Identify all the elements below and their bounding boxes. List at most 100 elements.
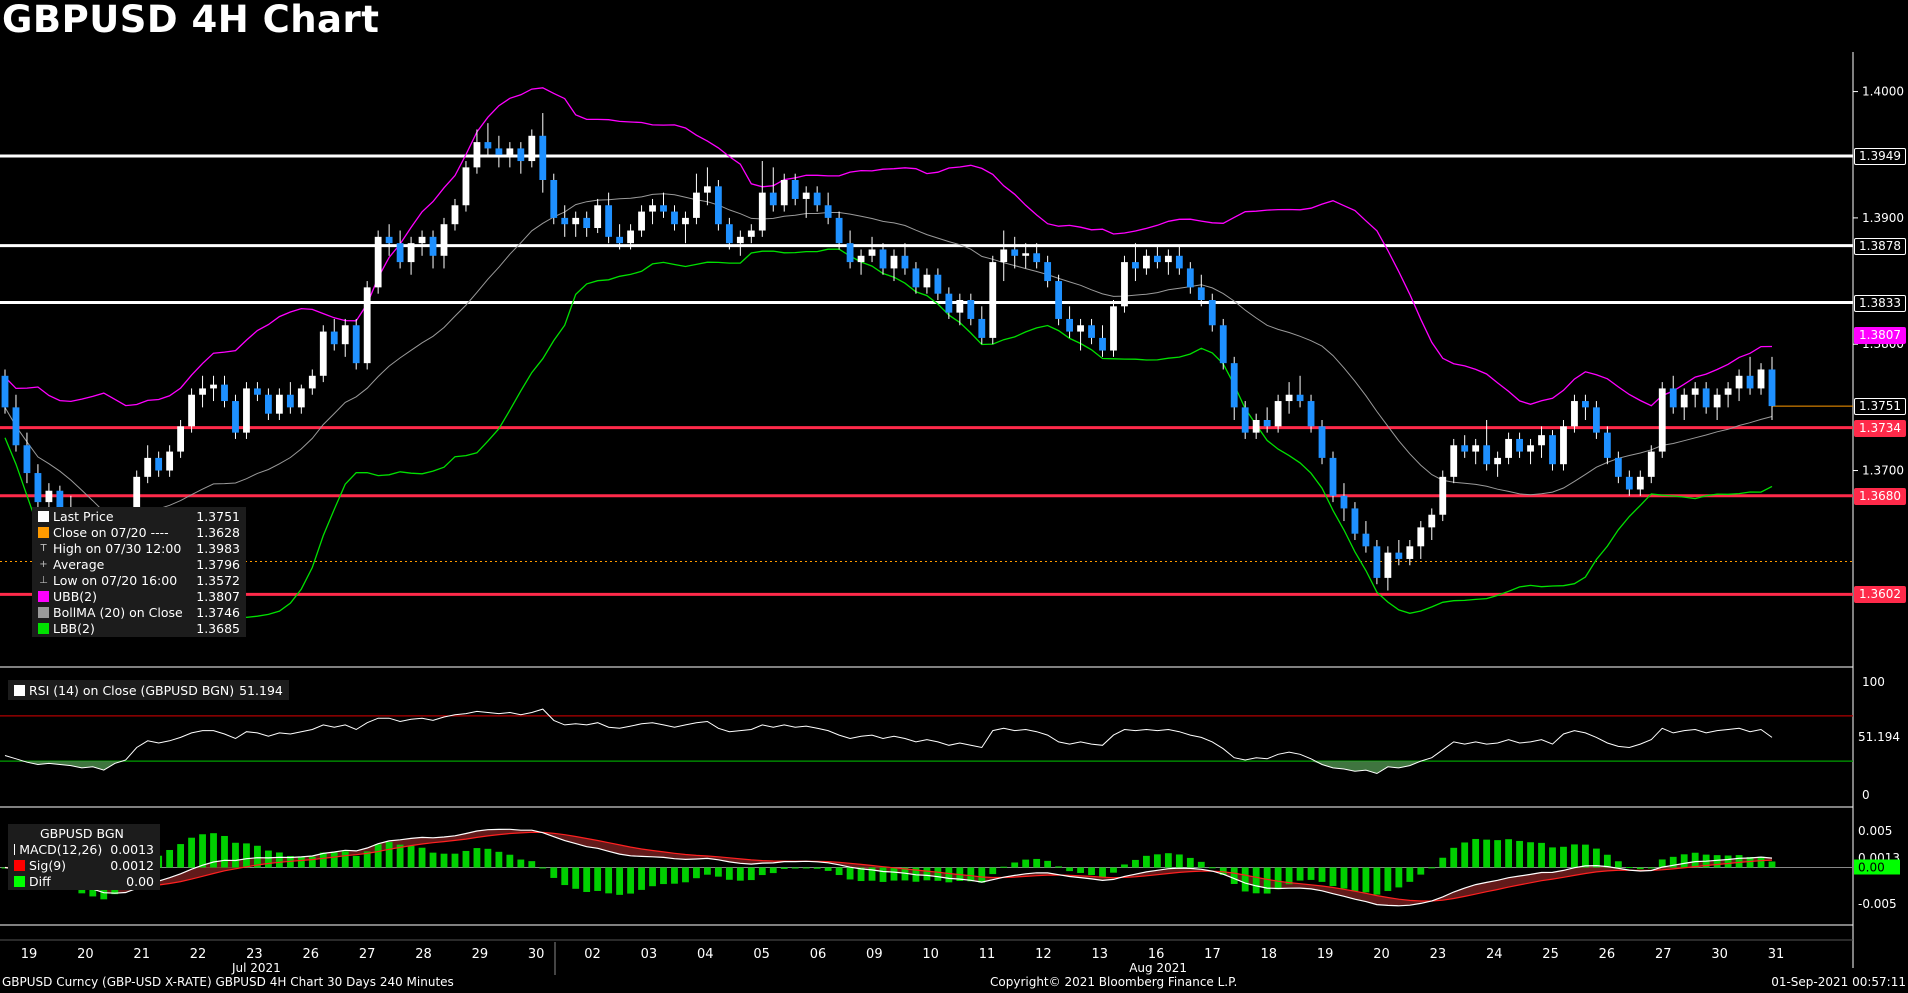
macd-diff-bar xyxy=(1000,866,1008,868)
macd-diff-bar xyxy=(835,867,843,876)
candle-body xyxy=(1186,268,1194,288)
candle xyxy=(1153,245,1161,269)
candle xyxy=(758,161,766,237)
legend-label: MACD(12,26) xyxy=(19,841,103,857)
candle-body xyxy=(1022,253,1030,256)
candle-body xyxy=(418,236,426,244)
candle xyxy=(1241,401,1249,439)
macd-diff-bar xyxy=(1099,867,1106,878)
macd-diff-bar xyxy=(1241,867,1249,892)
candle-body xyxy=(363,287,371,364)
x-month-label: Aug 2021 xyxy=(1129,961,1187,975)
candle-body xyxy=(1263,420,1271,427)
price-legend-row: T High on 07/30 12:00 1.3983 xyxy=(32,540,246,556)
candle-body xyxy=(1702,388,1710,408)
candle-body xyxy=(199,388,206,395)
candle xyxy=(1329,451,1337,503)
macd-diff-bar xyxy=(879,867,887,882)
candle-body xyxy=(1505,438,1512,458)
candle xyxy=(550,173,558,225)
chart-canvas[interactable]: 1.37001.38001.39001.4000 010051.194 0.00… xyxy=(0,0,1908,993)
macd-diff-bar xyxy=(1340,867,1348,889)
candle xyxy=(1724,382,1732,408)
candle-body xyxy=(616,236,624,244)
candle-body xyxy=(528,135,536,162)
legend-label: LBB(2) xyxy=(53,620,95,636)
macd-diff-bar xyxy=(1603,854,1611,868)
legend-label: High on 07/30 12:00 xyxy=(53,540,182,556)
rsi-legend-label: RSI (14) on Close (GBPUSD BGN) xyxy=(29,682,235,698)
candle xyxy=(1702,382,1710,414)
candle-body xyxy=(1560,426,1567,465)
price-tag: 1.3734 xyxy=(1854,419,1906,437)
macd-diff-bar xyxy=(1175,854,1183,868)
candle-body xyxy=(1603,432,1611,458)
candle xyxy=(824,192,832,225)
macd-legend-title: GBPUSD BGN xyxy=(40,825,124,841)
candle-body xyxy=(188,394,195,427)
candle-body xyxy=(583,217,591,228)
candle-body xyxy=(956,300,964,313)
candle xyxy=(396,230,404,269)
candle xyxy=(1516,432,1523,458)
macd-diff-bar xyxy=(1461,842,1469,868)
legend-value: 0.00 xyxy=(126,873,154,889)
macd-diff-bar xyxy=(671,867,678,884)
candle-body xyxy=(1636,476,1644,490)
macd-diff-bar xyxy=(934,867,942,881)
macd-diff-bar xyxy=(791,867,799,869)
candle-body xyxy=(484,142,492,149)
x-day-label: 24 xyxy=(1486,947,1503,962)
macd-diff-bar xyxy=(1088,867,1095,876)
candle xyxy=(1285,382,1293,414)
candle xyxy=(1691,382,1699,408)
candle-body xyxy=(495,148,503,155)
macd-panel: 0.005 -0.005 0.0013 0.00 xyxy=(0,824,1900,911)
candle xyxy=(671,205,678,231)
candle xyxy=(714,180,722,231)
candle-body xyxy=(605,205,613,237)
candle xyxy=(286,382,294,414)
candle-body xyxy=(440,224,448,256)
candle-body xyxy=(1428,514,1436,528)
legend-value: 1.3685 xyxy=(196,620,240,636)
macd-diff-bar xyxy=(693,867,700,879)
candle-body xyxy=(1735,375,1743,389)
macd-diff-bar xyxy=(1395,867,1403,888)
legend-label: UBB(2) xyxy=(53,588,98,604)
macd-diff-bar xyxy=(682,867,689,883)
x-day-label: 12 xyxy=(1035,947,1052,962)
macd-legend: GBPUSD BGN MACD(12,26) 0.0013 Sig(9) 0.0012… xyxy=(8,824,160,890)
candle xyxy=(144,445,152,484)
legend-value: 1.3983 xyxy=(196,540,240,556)
macd-diff-bar xyxy=(221,835,228,868)
candle xyxy=(1505,432,1512,465)
macd-diff-bar xyxy=(638,867,645,890)
candle-body xyxy=(1044,262,1052,282)
panel-frames xyxy=(0,52,1854,975)
candle-body xyxy=(1121,262,1128,307)
candle-body xyxy=(923,274,931,288)
footer-timestamp: 01-Sep-2021 00:57:11 xyxy=(1771,975,1906,989)
legend-label: Last Price xyxy=(53,508,114,524)
candle-body xyxy=(12,407,20,446)
macd-diff-bar xyxy=(1197,861,1205,868)
candle xyxy=(693,173,700,225)
candle xyxy=(769,167,777,212)
candle xyxy=(857,249,865,275)
macd-diff-bar xyxy=(177,844,185,868)
x-day-label: 23 xyxy=(1430,947,1447,962)
candle xyxy=(1296,375,1304,408)
footer-copyright: Copyright© 2021 Bloomberg Finance L.P. xyxy=(990,975,1238,989)
candle-body xyxy=(967,300,975,319)
macd-diff-bar xyxy=(517,859,525,868)
candle-body xyxy=(1,375,9,408)
candle-body xyxy=(330,331,338,345)
x-day-label: 31 xyxy=(1768,947,1785,962)
price-legend-row: BollMA (20) on Close 1.3746 xyxy=(32,604,246,620)
macd-diff-bar xyxy=(714,867,722,877)
candle xyxy=(1472,438,1480,465)
macd-diff-bar xyxy=(725,867,733,880)
candle-body xyxy=(1384,552,1392,578)
candle-body xyxy=(704,186,711,193)
